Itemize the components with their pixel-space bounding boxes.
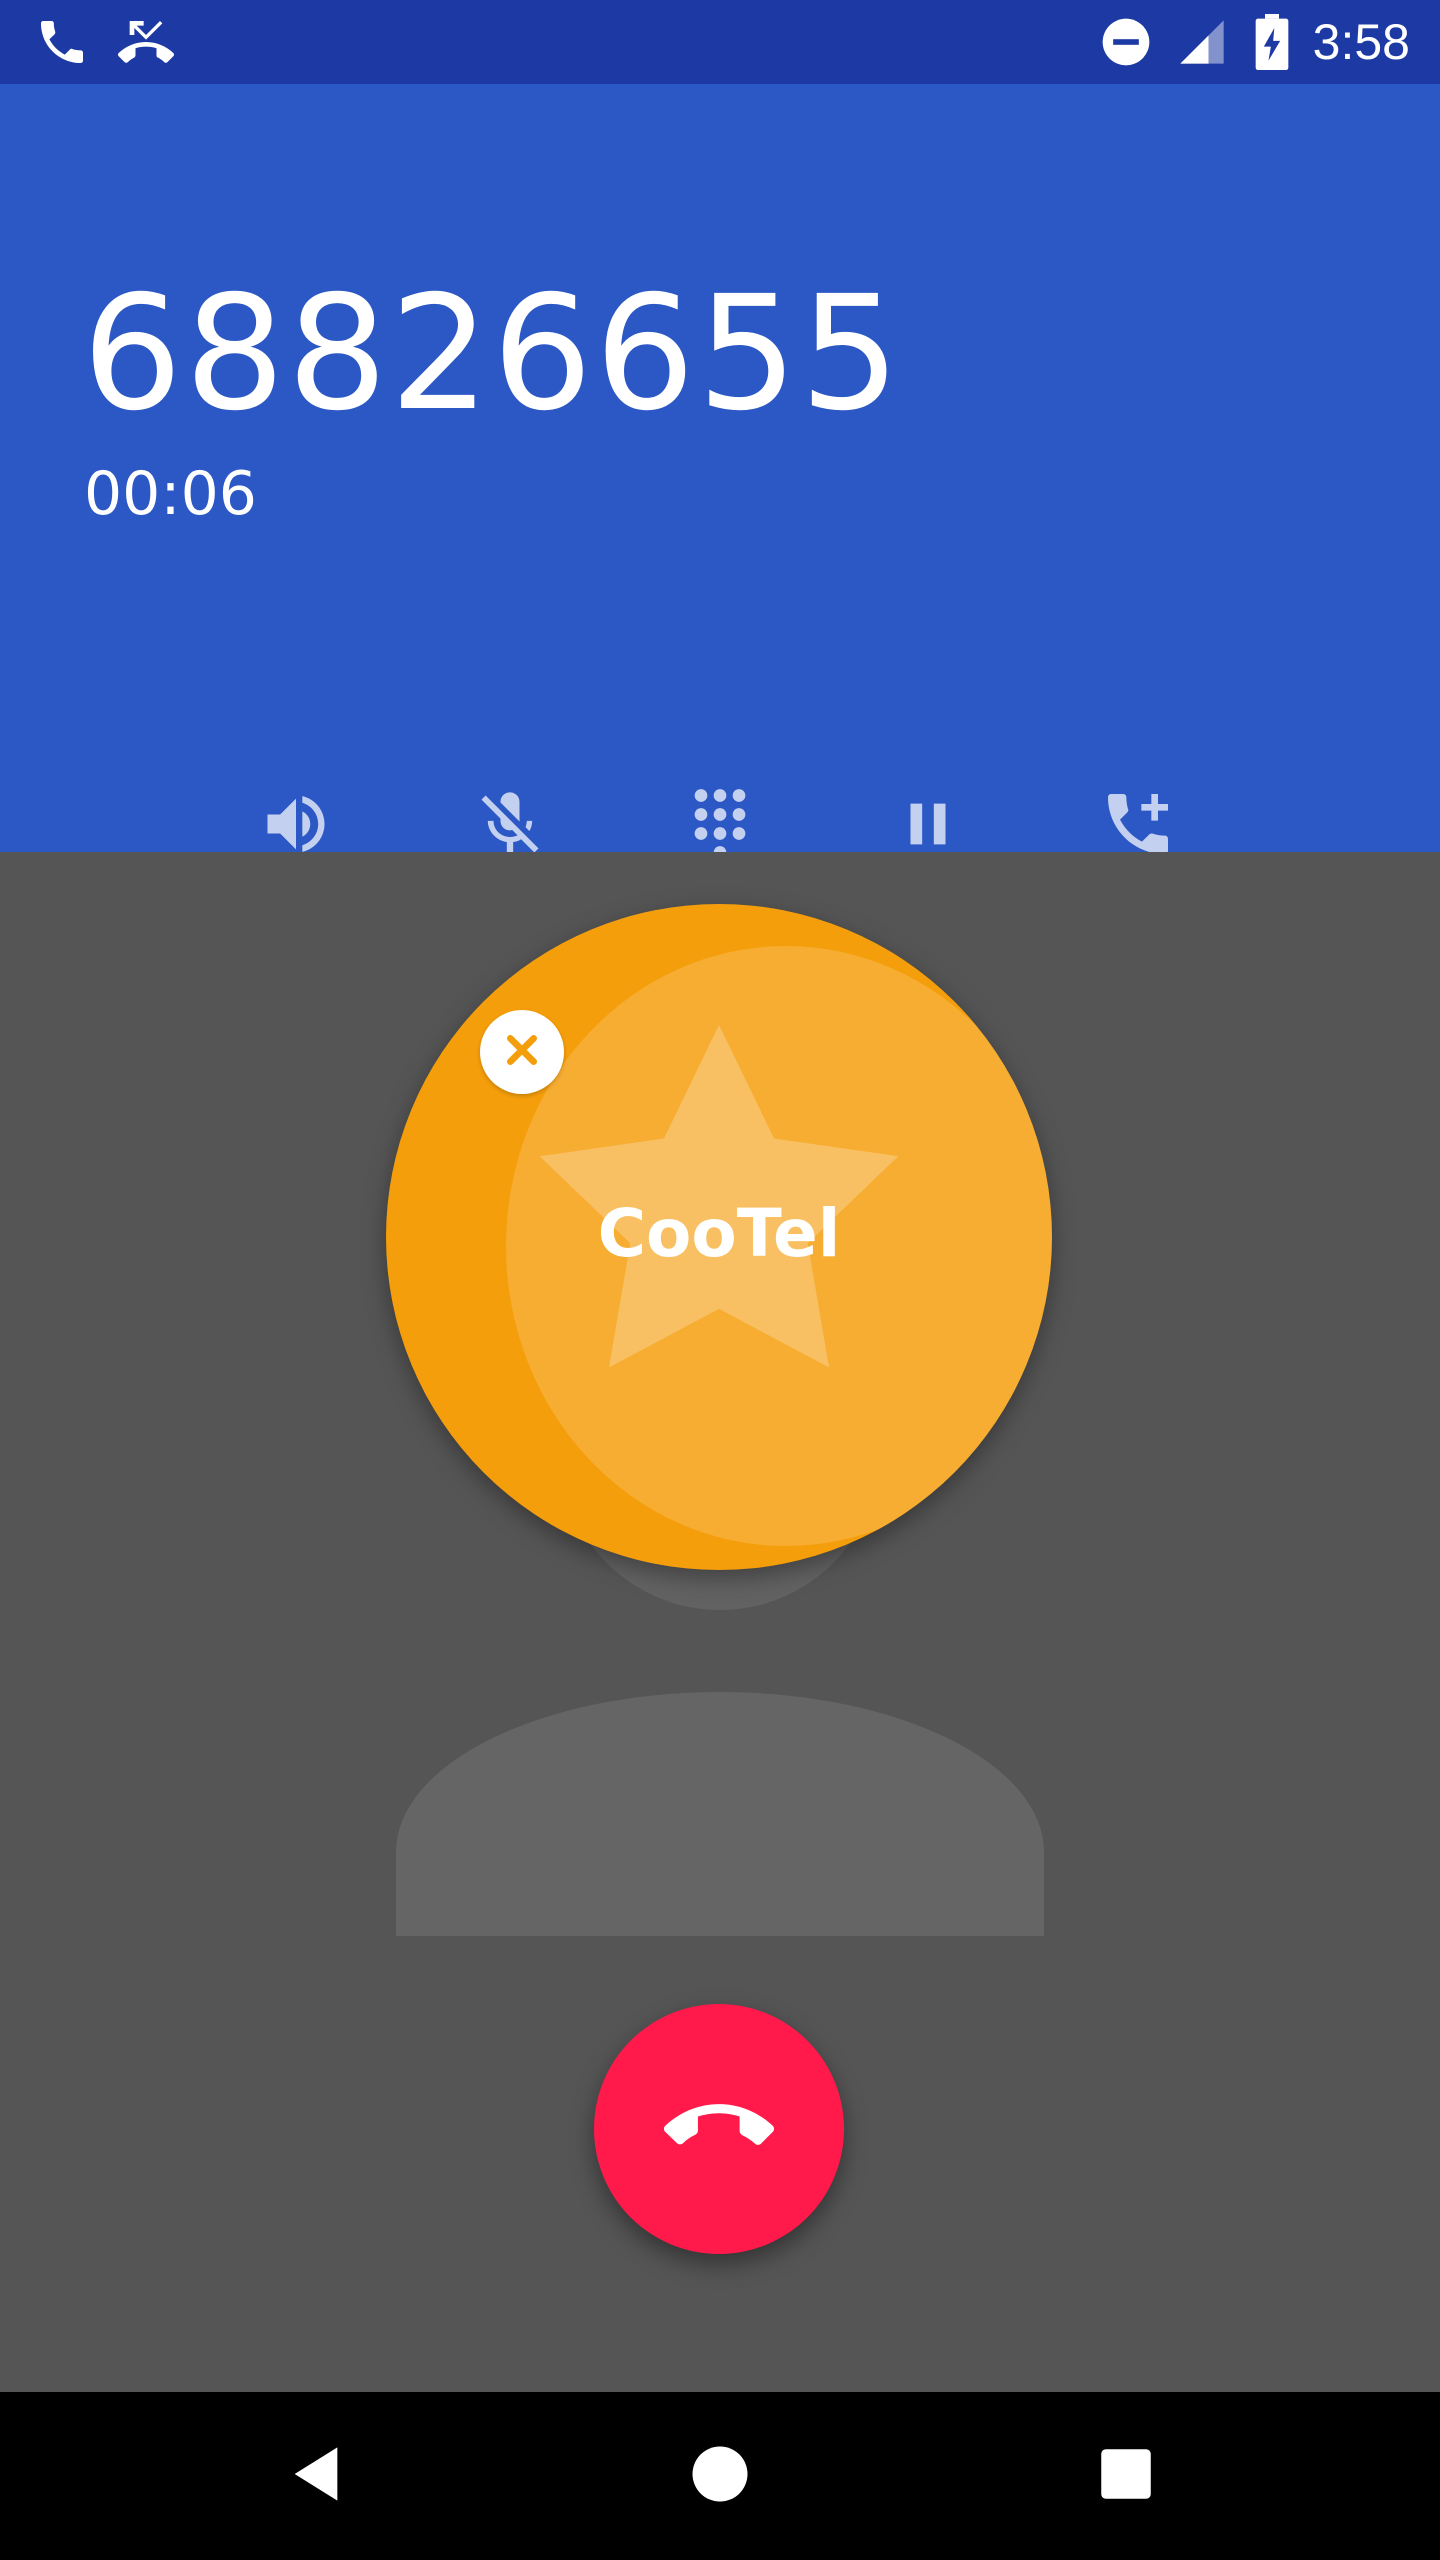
status-time: 3:58 [1312, 14, 1410, 70]
recents-icon [1099, 2447, 1153, 2506]
back-icon [284, 2442, 348, 2511]
bubble-close-button[interactable] [480, 1010, 564, 1094]
home-button[interactable] [660, 2416, 780, 2536]
battery-charging-icon [1252, 14, 1292, 75]
call-timer: 00:06 [84, 459, 257, 529]
carrier-label: CooTel [597, 1195, 841, 1272]
end-call-button[interactable] [594, 2004, 844, 2254]
navigation-bar [0, 2392, 1440, 2560]
caller-number: 68826655 [82, 262, 903, 446]
back-button[interactable] [256, 2416, 376, 2536]
status-bar: 3:58 [0, 0, 1440, 84]
home-icon [690, 2444, 750, 2509]
call-header: 68826655 00:06 [0, 84, 1440, 859]
recents-button[interactable] [1066, 2416, 1186, 2536]
carrier-bubble[interactable]: CooTel [386, 904, 1052, 1570]
do-not-disturb-icon [1098, 14, 1154, 75]
cell-signal-icon [1176, 14, 1228, 75]
close-icon [502, 1030, 542, 1075]
call-end-icon [664, 2072, 774, 2187]
phone-icon [34, 14, 90, 75]
in-call-screen: 3:58 68826655 00:06 CooTel [0, 0, 1440, 2560]
missed-call-icon [116, 14, 176, 75]
